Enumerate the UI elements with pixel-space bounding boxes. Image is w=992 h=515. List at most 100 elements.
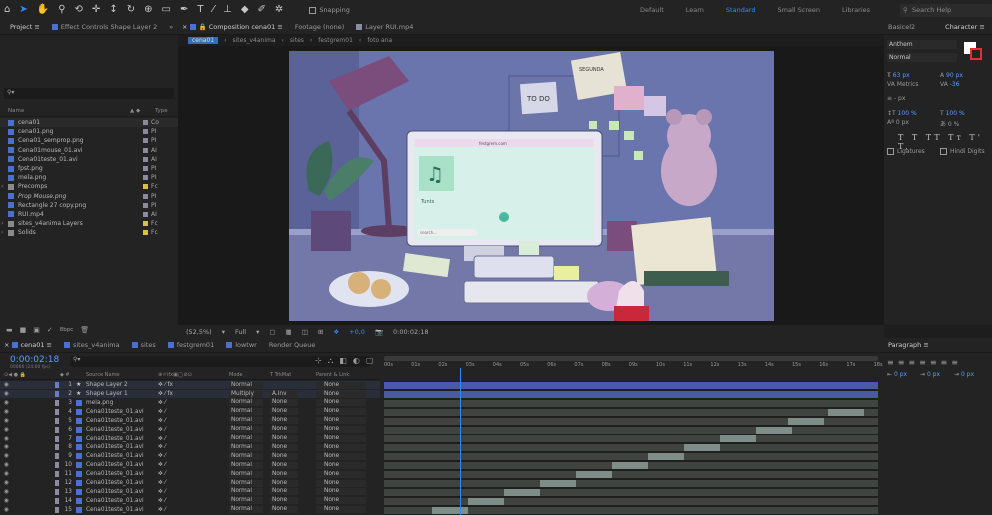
tab-timeline-sites-v4anima[interactable]: sites_v4anima bbox=[63, 341, 120, 349]
tracking-field[interactable]: VA -36 bbox=[940, 81, 960, 88]
kerning-field[interactable]: VA Metrics bbox=[887, 81, 919, 88]
search-help-input[interactable]: ⚲ Search Help bbox=[900, 4, 992, 17]
label-swatch[interactable] bbox=[143, 211, 148, 217]
col-parent[interactable]: Parent & Link bbox=[316, 372, 349, 378]
layer-mode-select[interactable]: Normal bbox=[229, 417, 263, 425]
visibility-eye-icon[interactable]: ◉ bbox=[4, 391, 9, 397]
project-item[interactable]: cena01 Co bbox=[0, 118, 178, 128]
layer-name[interactable]: Cena01teste_01.avi bbox=[86, 453, 144, 459]
trash-icon[interactable]: 🗑 bbox=[80, 326, 89, 334]
layer-mode-select[interactable]: Normal bbox=[229, 408, 263, 416]
interpret-footage-icon[interactable]: ▬ bbox=[6, 326, 13, 334]
time-ruler[interactable]: 00s 01s 02s 03s 04s 05s 06s 07s 08s 09s 10s 11s 12s 1… bbox=[384, 355, 883, 371]
layer-label-swatch[interactable] bbox=[55, 497, 59, 504]
layer-mode-select[interactable]: Normal bbox=[229, 381, 263, 389]
exposure-value[interactable]: +0,0 bbox=[349, 328, 365, 336]
layer-switches[interactable]: ✲ ⁄ bbox=[158, 480, 166, 486]
visibility-eye-icon[interactable]: ◉ bbox=[4, 471, 9, 477]
trkmat-select[interactable]: A.Inv bbox=[270, 390, 298, 398]
col-name[interactable]: Name bbox=[8, 108, 24, 114]
layer-highlight-segment[interactable] bbox=[756, 426, 792, 434]
zoom-select[interactable]: (52,5%) bbox=[186, 328, 212, 336]
layer-name[interactable]: mela.png bbox=[86, 400, 113, 406]
mask-icon[interactable]: ◫ bbox=[302, 328, 308, 336]
disclosure-arrow-icon[interactable]: › bbox=[1, 183, 3, 190]
layer-label-swatch[interactable] bbox=[55, 435, 59, 442]
label-col-icon[interactable]: ◆ # bbox=[60, 372, 70, 378]
layer-mode-select[interactable]: Normal bbox=[229, 443, 263, 451]
trkmat-select[interactable]: None bbox=[270, 497, 298, 505]
parent-select[interactable]: None bbox=[316, 417, 366, 425]
label-swatch[interactable] bbox=[143, 193, 148, 199]
chevron-down-icon[interactable]: ▾ bbox=[256, 328, 259, 336]
layer-duration-bar[interactable] bbox=[384, 444, 878, 452]
channel-icon[interactable]: ❖ bbox=[333, 328, 339, 336]
trkmat-select[interactable]: None bbox=[270, 470, 298, 478]
tab-paragraph[interactable]: Paragraph ≡ bbox=[888, 341, 929, 349]
project-item[interactable]: › Precomps Fc bbox=[0, 182, 178, 191]
layer-row[interactable]: ◉ 11 Cena01teste_01.avi ✲ ⁄ Normal None … bbox=[0, 470, 380, 478]
project-item[interactable]: Cena01teste_01.avi AI bbox=[0, 155, 178, 164]
layer-name[interactable]: Cena01teste_01.avi bbox=[86, 427, 144, 433]
snapping-checkbox[interactable] bbox=[309, 6, 317, 14]
pen-tool-icon[interactable]: ✒ bbox=[180, 5, 188, 15]
dolly-tool-icon[interactable]: ↕ bbox=[109, 5, 117, 15]
label-swatch[interactable] bbox=[143, 202, 148, 208]
layer-label-swatch[interactable] bbox=[55, 506, 59, 513]
layer-switches[interactable]: ✲ ⁄ bbox=[158, 400, 166, 406]
parent-select[interactable]: None bbox=[316, 497, 366, 505]
parent-select[interactable]: None bbox=[316, 408, 366, 416]
layer-row[interactable]: ◉ 2 ★ Shape Layer 1 ✲ ⁄ fx Multiply A.In… bbox=[0, 389, 380, 399]
ligatures-checkbox[interactable]: Ligatures bbox=[887, 148, 925, 155]
project-item[interactable]: RUI.mp4 AI bbox=[0, 210, 178, 219]
layer-highlight-segment[interactable] bbox=[648, 453, 684, 461]
workspace-libraries[interactable]: Libraries bbox=[842, 6, 870, 14]
tab-project[interactable]: Project ≡ bbox=[10, 23, 40, 31]
roto-tool-icon[interactable]: ✐ bbox=[258, 5, 266, 15]
label-swatch[interactable] bbox=[143, 129, 148, 135]
visibility-eye-icon[interactable]: ◉ bbox=[4, 409, 9, 415]
layer-mode-select[interactable]: Normal bbox=[229, 488, 263, 496]
label-swatch[interactable] bbox=[143, 221, 148, 227]
orbit-tool-icon[interactable]: ⟲ bbox=[75, 5, 83, 15]
layer-mode-select[interactable]: Normal bbox=[229, 452, 263, 460]
eraser-tool-icon[interactable]: ◆ bbox=[241, 5, 249, 15]
stroke-width-field[interactable]: ≡ - px bbox=[887, 95, 905, 102]
label-swatch[interactable] bbox=[143, 138, 148, 144]
indent-first-field[interactable]: ⇥ 0 px bbox=[920, 371, 940, 378]
grid-icon[interactable]: ⊞ bbox=[318, 328, 323, 336]
workspace-small-screen[interactable]: Small Screen bbox=[778, 6, 820, 14]
visibility-eye-icon[interactable]: ◉ bbox=[4, 507, 9, 513]
layer-switches[interactable]: ✲ ⁄ bbox=[158, 453, 166, 459]
font-style-select[interactable]: Normal bbox=[887, 53, 957, 62]
visibility-eye-icon[interactable]: ◉ bbox=[4, 444, 9, 450]
project-item[interactable]: cena01.png PI bbox=[0, 127, 178, 136]
visibility-eye-icon[interactable]: ◉ bbox=[4, 436, 9, 442]
layer-row[interactable]: ◉ 10 Cena01teste_01.avi ✲ ⁄ Normal None … bbox=[0, 461, 380, 469]
tab-timeline-festgrem01[interactable]: festgrem01 bbox=[167, 341, 214, 349]
layer-label-swatch[interactable] bbox=[55, 417, 59, 424]
panel-overflow-icon[interactable]: » bbox=[169, 23, 173, 31]
trkmat-select[interactable]: None bbox=[270, 426, 298, 434]
layer-highlight-segment[interactable] bbox=[540, 479, 576, 487]
layer-duration-bar[interactable] bbox=[384, 408, 878, 416]
layer-row[interactable]: ◉ 9 Cena01teste_01.avi ✲ ⁄ Normal None N… bbox=[0, 452, 380, 460]
layer-row[interactable]: ◉ 12 Cena01teste_01.avi ✲ ⁄ Normal None … bbox=[0, 479, 380, 487]
trkmat-select[interactable]: None bbox=[270, 452, 298, 460]
indent-left-field[interactable]: ⇤ 0 px bbox=[887, 371, 907, 378]
layer-label-swatch[interactable] bbox=[55, 471, 59, 478]
zoom-tool-icon[interactable]: ⚲ bbox=[58, 5, 65, 15]
layer-row[interactable]: ◉ 5 Cena01teste_01.avi ✲ ⁄ Normal None N… bbox=[0, 417, 380, 425]
visibility-eye-icon[interactable]: ◉ bbox=[4, 498, 9, 504]
workspace-learn[interactable]: Learn bbox=[686, 6, 704, 14]
layer-switches[interactable]: ✲ ⁄ fx bbox=[158, 391, 173, 397]
layer-switches[interactable]: ✲ ⁄ bbox=[158, 427, 166, 433]
home-icon[interactable]: ⌂ bbox=[4, 5, 10, 15]
transparency-grid-icon[interactable]: ▦ bbox=[286, 328, 292, 336]
timeline-switches[interactable]: ⊹⛬◧◐▢ bbox=[315, 356, 379, 366]
vertical-scale-field[interactable]: ↕T 100 % bbox=[887, 110, 917, 117]
layer-mode-select[interactable]: Normal bbox=[229, 399, 263, 407]
layer-row[interactable]: ◉ 1 ★ Shape Layer 2 ✲ ⁄ fx Normal None bbox=[0, 381, 380, 390]
layer-duration-bar[interactable] bbox=[384, 462, 878, 470]
layer-highlight-segment[interactable] bbox=[612, 462, 648, 470]
